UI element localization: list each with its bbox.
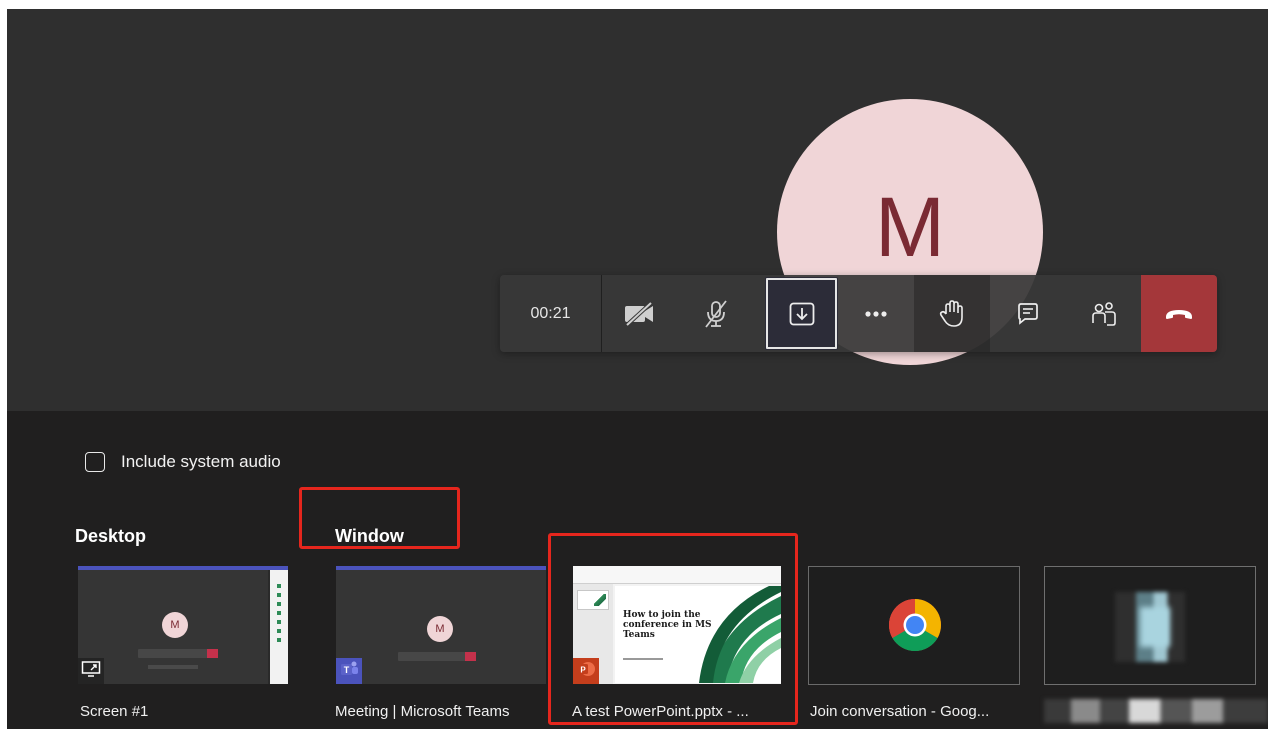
more-icon bbox=[864, 310, 888, 318]
share-option-label: Join conversation - Goog... bbox=[810, 703, 990, 720]
share-option-label: Screen #1 bbox=[80, 703, 149, 720]
mini-meeting-view: M bbox=[78, 570, 268, 684]
include-audio-row[interactable]: Include system audio bbox=[85, 452, 281, 472]
share-option-chrome-window[interactable] bbox=[808, 566, 1020, 685]
people-icon bbox=[1091, 301, 1117, 327]
mini-meeting-view: M bbox=[336, 570, 546, 684]
share-option-teams-window[interactable]: M T bbox=[336, 566, 546, 684]
more-actions-button[interactable] bbox=[838, 275, 914, 352]
teams-app-badge: T bbox=[336, 658, 362, 684]
mini-controls bbox=[398, 652, 476, 661]
include-audio-label: Include system audio bbox=[121, 452, 281, 471]
blurred-window-label bbox=[1044, 699, 1268, 723]
participant-initial: M bbox=[875, 180, 945, 274]
participants-button[interactable] bbox=[1066, 275, 1142, 352]
teams-logo-icon: T bbox=[339, 659, 359, 684]
mini-avatar: M bbox=[162, 612, 188, 638]
include-audio-checkbox[interactable] bbox=[85, 452, 105, 472]
blurred-preview-center bbox=[1140, 607, 1170, 647]
mini-hangup bbox=[207, 649, 218, 658]
mini-hangup bbox=[465, 652, 476, 661]
share-option-blurred-window[interactable] bbox=[1044, 566, 1256, 685]
share-option-label: Meeting | Microsoft Teams bbox=[335, 703, 510, 720]
mini-side-markers bbox=[277, 584, 281, 644]
raise-hand-button[interactable] bbox=[914, 275, 990, 352]
share-tray-button[interactable] bbox=[765, 277, 838, 350]
mini-side-panel bbox=[270, 570, 288, 684]
hang-up-button[interactable] bbox=[1141, 275, 1217, 352]
video-off-icon bbox=[623, 301, 657, 327]
mini-status-strip bbox=[148, 665, 198, 669]
mini-controls bbox=[138, 649, 218, 658]
mic-off-icon bbox=[702, 299, 730, 329]
camera-toggle-button[interactable] bbox=[602, 275, 678, 352]
mic-toggle-button[interactable] bbox=[678, 275, 754, 352]
svg-text:T: T bbox=[344, 665, 350, 675]
meeting-stage: M 00:21 bbox=[7, 9, 1268, 411]
share-option-screen-1[interactable]: M bbox=[78, 566, 288, 684]
chrome-logo-icon bbox=[887, 597, 943, 658]
hand-icon bbox=[939, 299, 965, 328]
screen-share-badge bbox=[78, 658, 104, 684]
share-screen-icon bbox=[789, 302, 815, 326]
chat-button[interactable] bbox=[990, 275, 1066, 352]
monitor-icon bbox=[81, 660, 101, 683]
window-title-highlight bbox=[299, 487, 460, 549]
call-controls-bar: 00:21 bbox=[500, 275, 1217, 352]
phone-hangup-icon bbox=[1164, 307, 1194, 321]
call-timer: 00:21 bbox=[500, 275, 602, 352]
chat-icon bbox=[1016, 302, 1040, 326]
mini-avatar: M bbox=[427, 616, 453, 642]
share-tray-panel: Include system audio Desktop Window M Sc… bbox=[7, 411, 1268, 729]
teams-window: M 00:21 Include system audio Desktop Win… bbox=[7, 9, 1268, 729]
desktop-section-title: Desktop bbox=[75, 526, 147, 546]
powerpoint-option-highlight bbox=[548, 533, 798, 725]
